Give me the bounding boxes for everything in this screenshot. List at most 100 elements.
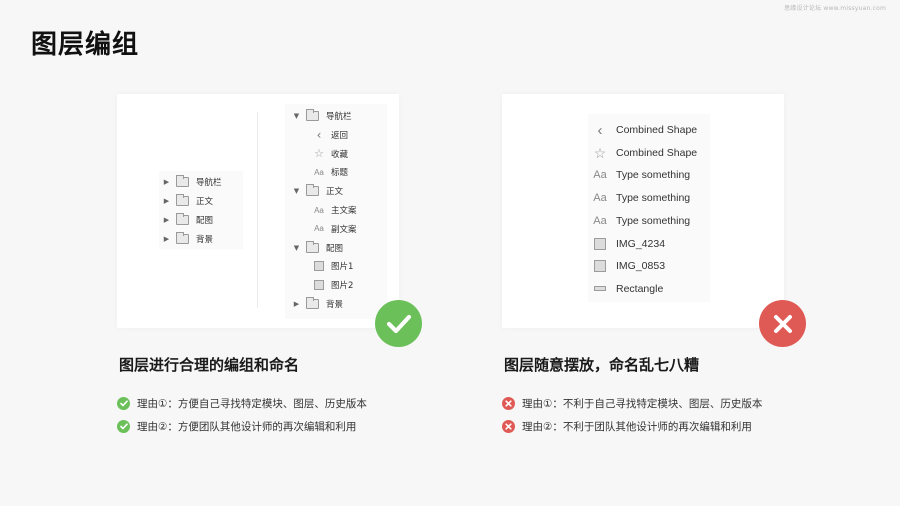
good-reason-2: 理由②：方便团队其他设计师的再次编辑和利用: [117, 419, 356, 434]
cross-circle-icon: [502, 397, 515, 410]
star-icon: ☆: [314, 147, 324, 161]
layer-row[interactable]: IMG_4234: [593, 234, 665, 254]
layer-row[interactable]: ☆ 收藏: [313, 145, 348, 163]
layer-icon-slot: Aa: [313, 224, 325, 233]
layer-icon-slot: Aa: [593, 215, 607, 227]
layer-row[interactable]: ▶ 正文: [163, 192, 213, 210]
layer-name: 正文: [196, 197, 214, 207]
layer-icon-slot: [593, 260, 607, 273]
folder-icon: [306, 240, 319, 253]
page-title: 图层编组: [31, 30, 140, 60]
folder-icon: [176, 213, 189, 225]
layer-icon-slot: ‹: [313, 129, 325, 141]
layer-row[interactable]: ▼ 导航栏: [293, 107, 352, 125]
layer-row[interactable]: Aa 主文案: [313, 201, 356, 219]
layer-name: IMG_0853: [616, 260, 666, 273]
layer-row[interactable]: ‹ 返回: [313, 126, 348, 144]
layer-icon-slot: ☆: [593, 146, 607, 160]
layer-name: 收藏: [331, 149, 349, 160]
check-badge: [375, 300, 422, 347]
layer-row[interactable]: ▶ 背景: [293, 295, 343, 313]
layer-row[interactable]: Aa 标题: [313, 163, 348, 181]
bad-example-panel: ‹ Combined Shape ☆ Combined Shape Aa Type som…: [502, 94, 784, 328]
caret-down-icon[interactable]: ▼: [293, 244, 300, 252]
star-icon: ☆: [593, 144, 607, 161]
image-layer-icon: [594, 260, 606, 273]
caret-right-icon[interactable]: ▶: [163, 216, 170, 224]
caret-right-icon[interactable]: ▶: [293, 300, 300, 308]
layer-icon-slot: [593, 237, 607, 250]
rectangle-icon: [594, 286, 606, 292]
layer-name: 图片1: [331, 262, 354, 273]
layer-name: 标题: [331, 168, 349, 179]
caret-right-icon[interactable]: ▶: [163, 197, 170, 205]
folder-icon: [176, 232, 189, 244]
folder-icon: [176, 194, 189, 206]
layer-icon-slot: ‹: [593, 123, 607, 138]
image-layer-icon: [314, 261, 324, 272]
layer-name: 配图: [326, 243, 344, 254]
flat-layer-list: ‹ Combined Shape ☆ Combined Shape Aa Type som…: [588, 114, 710, 302]
layer-name: Rectangle: [616, 282, 664, 295]
text-layer-icon: Aa: [314, 224, 324, 234]
folder-icon: [176, 175, 189, 187]
layer-row[interactable]: IMG_0853: [593, 256, 665, 276]
layer-icon-slot: Aa: [593, 192, 607, 204]
layer-name: 图片2: [331, 281, 354, 292]
check-icon: [386, 314, 411, 333]
good-reason-1: 理由①：方便自己寻找特定模块、图层、历史版本: [117, 396, 367, 411]
layer-icon-slot: [593, 286, 607, 292]
layer-name: Combined Shape: [616, 146, 698, 159]
text-layer-icon: Aa: [314, 205, 324, 215]
layer-icon-slot: [313, 261, 325, 272]
layer-row[interactable]: ☆ Combined Shape: [593, 143, 697, 163]
chevron-left-icon: ‹: [316, 127, 322, 142]
layer-row[interactable]: 图片1: [313, 257, 353, 275]
layer-row[interactable]: Aa Type something: [593, 165, 690, 185]
layer-icon-slot: [313, 280, 325, 291]
cross-icon: [773, 314, 792, 333]
folder-icon: [306, 297, 319, 309]
image-layer-icon: [314, 280, 324, 291]
panel-divider: [257, 112, 258, 308]
layer-name: Type something: [616, 192, 691, 205]
cross-badge: [759, 300, 806, 347]
bad-caption: 图层随意摆放，命名乱七八糟: [504, 356, 700, 374]
layer-row[interactable]: ▶ 配图: [163, 211, 213, 229]
layer-name: 副文案: [331, 224, 357, 235]
layer-row[interactable]: 图片2: [313, 276, 353, 294]
expanded-layer-list: ▼ 导航栏 ‹ 返回 ☆ 收藏 Aa 标题 ▼ 正文 Aa 主文案 Aa 副文案 ▼ 配图 图片1 图片2 ▶ 背景: [285, 104, 387, 319]
caret-down-icon[interactable]: ▼: [293, 187, 300, 195]
layer-name: 返回: [331, 130, 349, 141]
layer-name: 背景: [326, 300, 344, 310]
image-layer-icon: [594, 237, 606, 250]
caret-down-icon[interactable]: ▼: [293, 112, 300, 120]
layer-name: 导航栏: [326, 112, 352, 122]
check-circle-icon: [117, 420, 130, 433]
cross-circle-icon: [502, 420, 515, 433]
caret-right-icon[interactable]: ▶: [163, 178, 170, 186]
layer-row[interactable]: ▼ 正文: [293, 182, 343, 200]
layer-row[interactable]: Aa Type something: [593, 211, 690, 231]
layer-row[interactable]: Rectangle: [593, 279, 663, 299]
text-layer-icon: Aa: [593, 169, 607, 182]
check-circle-icon: [117, 397, 130, 410]
layer-icon-slot: Aa: [313, 206, 325, 215]
watermark: 思缘设计论坛 www.missyuan.com: [784, 5, 886, 12]
layer-row[interactable]: Aa 副文案: [313, 220, 357, 238]
layer-row[interactable]: ▶ 导航栏: [163, 173, 222, 191]
layer-row[interactable]: Aa Type something: [593, 188, 690, 208]
caret-right-icon[interactable]: ▶: [163, 235, 170, 243]
folder-icon: [306, 109, 319, 121]
layer-row[interactable]: ▼ 配图: [293, 239, 343, 257]
folder-icon: [306, 184, 319, 197]
good-example-panel: ▶ 导航栏 ▶ 正文 ▶ 配图 ▶ 背景 ▼ 导航栏 ‹ 返回 ☆ 收藏 Aa 标题 ▼ 正文 Aa 主文案 Aa 副文…: [117, 94, 399, 328]
layer-name: IMG_4234: [616, 237, 666, 250]
layer-name: Type something: [616, 214, 691, 227]
layer-icon-slot: Aa: [593, 169, 607, 181]
layer-row[interactable]: ▶ 背景: [163, 230, 213, 248]
text-layer-icon: Aa: [593, 214, 607, 227]
reason-text: 理由①：不利于自己寻找特定模块、图层、历史版本: [522, 398, 763, 410]
layer-name: Combined Shape: [616, 124, 698, 136]
layer-row[interactable]: ‹ Combined Shape: [593, 120, 698, 140]
